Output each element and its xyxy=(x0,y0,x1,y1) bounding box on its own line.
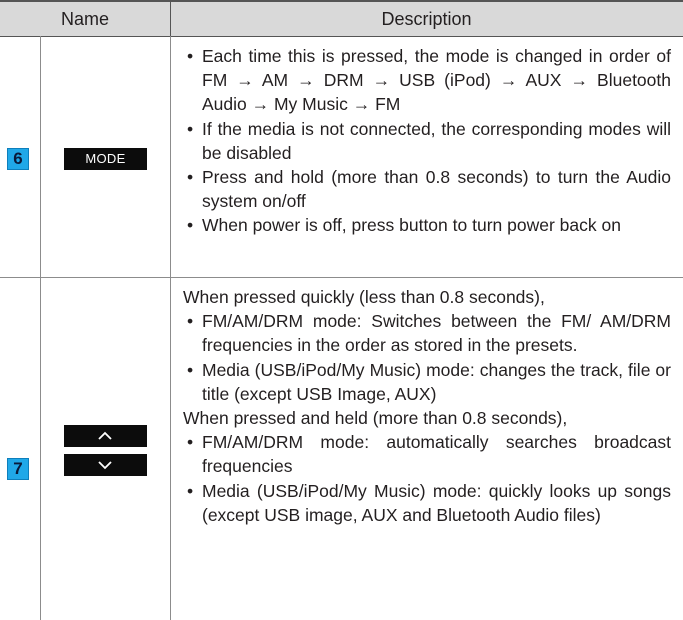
column-divider xyxy=(40,36,41,277)
row-description: Each time this is pressed, the mode is c… xyxy=(181,44,671,238)
column-divider xyxy=(40,278,41,620)
mode-button-image: MODE xyxy=(64,148,147,170)
chevron-up-icon xyxy=(98,431,112,440)
table-header: Name Description xyxy=(0,0,683,37)
list-item: Press and hold (more than 0.8 seconds) t… xyxy=(181,165,671,213)
table-row: 7 When pressed quickly (less than 0.8 se… xyxy=(0,278,683,620)
name-column-header: Name xyxy=(60,9,109,29)
chevron-down-icon xyxy=(98,461,112,470)
item-number-badge: 7 xyxy=(7,458,29,480)
held-intro: When pressed and held (more than 0.8 sec… xyxy=(183,408,568,429)
column-divider xyxy=(170,278,171,620)
list-item: Media (USB/iPod/My Music) mode: quickly … xyxy=(181,479,671,527)
list-item: FM/AM/DRM mode: automatically searches b… xyxy=(181,430,671,478)
seek-up-button-image xyxy=(64,425,147,447)
seek-down-button-image xyxy=(64,454,147,476)
row-description: When pressed quickly (less than 0.8 seco… xyxy=(181,285,671,527)
list-item: When power is off, press button to turn … xyxy=(181,213,671,237)
list-item: FM/AM/DRM mode: Switches between the FM/… xyxy=(181,309,671,357)
list-item: Media (USB/iPod/My Music) mode: changes … xyxy=(181,358,671,406)
list-item: If the media is not connected, the corre… xyxy=(181,117,671,165)
description-column-header: Description xyxy=(381,9,472,29)
pressed-intro: When pressed quickly (less than 0.8 seco… xyxy=(183,287,545,307)
column-divider xyxy=(170,36,171,277)
table-row: 6 MODE Each time this is pressed, the mo… xyxy=(0,36,683,278)
item-number-badge: 6 xyxy=(7,148,29,170)
list-item: Each time this is pressed, the mode is c… xyxy=(181,44,671,117)
